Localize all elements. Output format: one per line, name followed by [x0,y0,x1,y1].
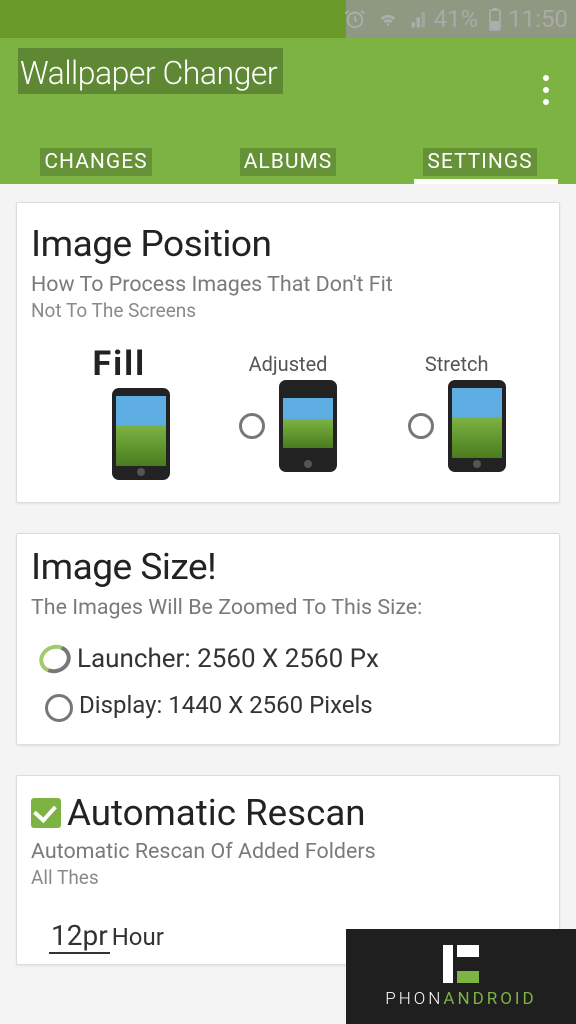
radio-display[interactable] [45,694,73,722]
option-stretch[interactable]: Stretch [372,352,541,472]
watermark-phonandroid: PHONANDROID [346,929,576,1024]
radio-launcher[interactable] [35,641,75,678]
tab-albums[interactable]: ALBUMS [192,140,384,184]
phone-preview-adjusted-icon [279,380,337,472]
option-label: Fill [93,344,147,384]
card-title: Image Position [31,223,560,265]
phone-preview-stretch-icon [448,380,506,472]
tab-label: ALBUMS [240,148,337,176]
app-bar: Wallpaper Changer CHANGES ALBUMS SETTING… [0,38,576,184]
interval-unit: Hour [112,923,164,951]
option-label: Stretch [425,352,489,376]
card-image-position: Image Position How To Process Images Tha… [16,202,560,503]
card-subtitle: How To Process Images That Don't Fit [31,273,555,297]
settings-content: Image Position How To Process Images Tha… [0,184,576,1013]
option-fill[interactable]: Fill [35,344,204,480]
card-title: Image Size! [31,546,560,588]
radio-adjusted[interactable] [239,413,265,439]
overflow-menu-button[interactable] [534,72,558,108]
tab-label: CHANGES [40,148,151,176]
card-image-size: Image Size! The Images Will Be Zoomed To… [16,533,560,745]
phone-preview-fill-icon [112,388,170,480]
size-label: Launcher: 2560 X 2560 Px [77,644,379,674]
size-label: Display: 1440 X 2560 Pixels [79,691,373,719]
card-subtitle2: All Thes [31,866,545,889]
card-subtitle2: Not To The Screens [31,299,545,322]
card-subtitle: Automatic Rescan Of Added Folders [31,840,555,864]
watermark-text: PHONANDROID [385,989,536,1009]
app-title: Wallpaper Changer [18,48,283,94]
checkbox-auto-rescan[interactable] [31,798,61,828]
option-adjusted[interactable]: Adjusted [204,352,373,472]
card-subtitle: The Images Will Be Zoomed To This Size: [31,596,555,620]
tab-settings[interactable]: SETTINGS [384,140,576,184]
option-label: Adjusted [249,352,328,376]
size-option-launcher[interactable]: Launcher: 2560 X 2560 Px [39,644,545,674]
interval-value[interactable]: 12pr [49,919,110,954]
card-title: Automatic Rescan [67,792,366,834]
status-bar: 41% 11:50 [0,0,576,38]
tab-changes[interactable]: CHANGES [0,140,192,184]
watermark-logo-icon [443,945,479,983]
status-bar-highlight [346,0,576,38]
size-option-display[interactable]: Display: 1440 X 2560 Pixels [45,688,545,722]
tab-label: SETTINGS [423,148,536,176]
tab-bar: CHANGES ALBUMS SETTINGS [0,140,576,184]
radio-stretch[interactable] [408,413,434,439]
